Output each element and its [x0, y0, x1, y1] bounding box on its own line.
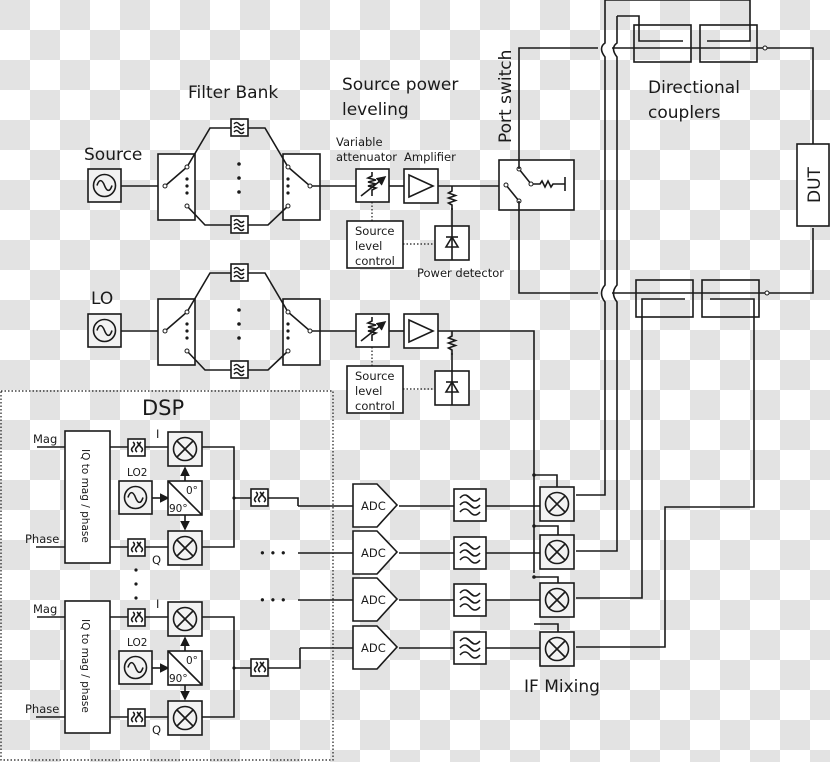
svg-text:I: I: [156, 427, 159, 441]
dsp-title: DSP: [142, 396, 184, 420]
source-level-control-source: Source level control: [346, 220, 404, 269]
if-mixer-2: [539, 534, 575, 570]
amplifier-label: Amplifier: [404, 150, 456, 164]
svg-text:Phase: Phase: [25, 532, 59, 546]
svg-text:level: level: [355, 239, 382, 253]
svg-text:I: I: [156, 597, 159, 611]
if-mixer-3: [539, 582, 575, 618]
adc-2: ADC: [352, 530, 398, 575]
svg-text:Mag: Mag: [33, 432, 57, 446]
port-switch: [498, 159, 575, 211]
svg-text:control: control: [355, 254, 395, 268]
svg-text:Mag: Mag: [33, 602, 57, 616]
svg-text:LO2: LO2: [127, 467, 147, 479]
if-filter-3: [453, 583, 487, 617]
source-power-leveling-title-line2: leveling: [342, 100, 409, 120]
svg-text:ADC: ADC: [361, 593, 386, 607]
coupling-resistor-source: [447, 185, 457, 211]
svg-text:Source: Source: [355, 224, 395, 238]
svg-text:90°: 90°: [169, 673, 188, 685]
power-detector-source: [434, 225, 470, 261]
svg-text:control: control: [355, 399, 395, 413]
dsp-channel-2: Mag Phase IQ to mag / phase I Q LO2 0° 9…: [25, 597, 269, 737]
ellipsis-1: • • •: [259, 546, 287, 560]
dut: DUT: [796, 143, 830, 227]
ellipsis-2: • • •: [259, 593, 287, 607]
adc-1: ADC: [352, 483, 398, 528]
filter-bank-source: [157, 118, 358, 234]
source-power-leveling-title-line1: Source power: [342, 75, 458, 95]
svg-text:LO2: LO2: [127, 637, 147, 649]
svg-text:Phase: Phase: [25, 702, 59, 716]
svg-text:IQ to mag / phase: IQ to mag / phase: [79, 449, 91, 543]
directional-couplers-title-line2: couplers: [648, 103, 720, 123]
svg-text:Q: Q: [152, 723, 161, 737]
if-filter-2: [453, 536, 487, 570]
svg-text:ADC: ADC: [361, 641, 386, 655]
svg-text:ADC: ADC: [361, 546, 386, 560]
directional-couplers-top: [633, 24, 768, 63]
if-mixer-4: [539, 631, 575, 667]
svg-text:90°: 90°: [169, 503, 188, 515]
svg-text:Q: Q: [152, 553, 161, 567]
if-filter-4: [453, 631, 487, 665]
if-mixing-title: IF Mixing: [524, 677, 600, 697]
variable-attenuator-lo: [356, 314, 389, 347]
port-switch-title: Port switch: [496, 50, 516, 143]
dsp-channel-1: Mag Phase IQ to mag / phase I Q LO2 0° 9…: [25, 427, 269, 567]
svg-text:level: level: [355, 384, 382, 398]
variable-attenuator-label-line2: attenuator: [336, 150, 397, 164]
amplifier-lo: [403, 313, 439, 349]
filter-bank-title: Filter Bank: [188, 83, 278, 103]
adc-4: ADC: [352, 625, 398, 670]
svg-text:IQ to mag / phase: IQ to mag / phase: [79, 619, 91, 713]
vna-block-diagram: Filter Bank Source power leveling Port s…: [0, 0, 830, 761]
amplifier-source: [403, 168, 439, 204]
svg-text:DUT: DUT: [805, 166, 825, 203]
variable-attenuator-label-line1: Variable: [336, 135, 383, 149]
svg-text:Source: Source: [355, 369, 395, 383]
power-detector-lo: [434, 370, 470, 406]
svg-text:0°: 0°: [186, 485, 198, 497]
if-filter-1: [453, 488, 487, 522]
source-level-control-lo: Source level control: [346, 365, 404, 414]
power-detector-label: Power detector: [417, 266, 504, 280]
lo-label: LO: [91, 289, 113, 309]
svg-text:0°: 0°: [186, 655, 198, 667]
source-label: Source: [84, 145, 142, 165]
adc-3: ADC: [352, 577, 398, 622]
lo-oscillator: [87, 313, 122, 348]
coupling-resistor-lo: [447, 330, 457, 356]
filter-bank-lo: [157, 263, 358, 379]
svg-text:ADC: ADC: [361, 499, 386, 513]
variable-attenuator-source: [356, 169, 389, 202]
source-oscillator: [87, 168, 122, 203]
if-mixer-1: [539, 486, 575, 522]
directional-couplers-title-line1: Directional: [648, 78, 740, 98]
